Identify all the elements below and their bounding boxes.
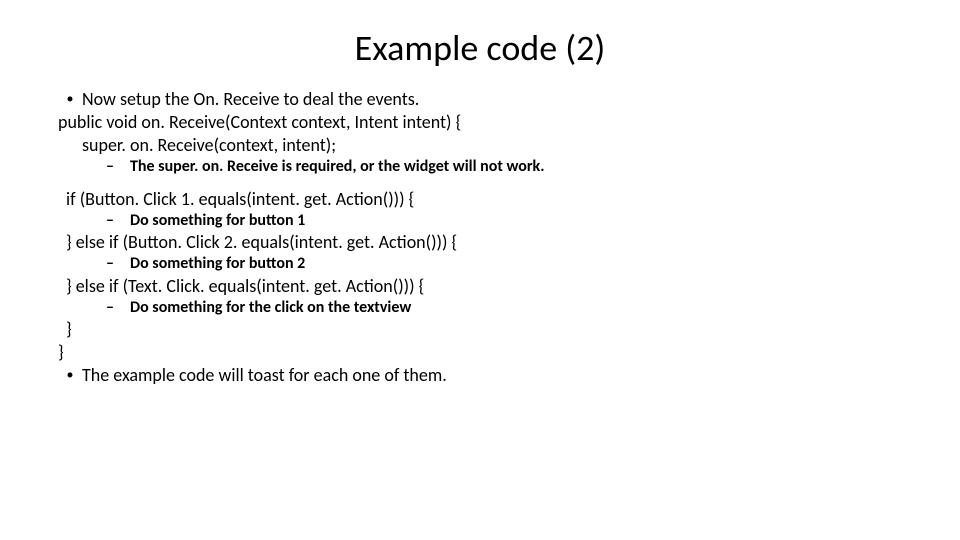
sub-bullet-3: – Do something for button 2 — [66, 254, 960, 274]
sub-bullet-1-text: The super. on. Receive is required, or t… — [130, 157, 960, 177]
code-line-3: if (Button. Click 1. equals(intent. get.… — [66, 188, 960, 211]
code-line-2: super. on. Receive(context, intent); — [58, 134, 960, 157]
dash-icon: – — [106, 211, 130, 231]
bullet-1-text: Now setup the On. Receive to deal the ev… — [82, 88, 960, 111]
slide-content: • Now setup the On. Receive to deal the … — [0, 88, 960, 387]
sub-bullet-2: – Do something for button 1 — [66, 211, 960, 231]
bullet-1: • Now setup the On. Receive to deal the … — [58, 88, 960, 111]
sub-bullet-4: – Do something for the click on the text… — [66, 298, 960, 318]
code-line-7: } — [58, 341, 960, 364]
sub-bullet-2-text: Do something for button 1 — [130, 211, 960, 231]
code-line-5: } else if (Text. Click. equals(intent. g… — [66, 275, 960, 298]
bullet-2-text: The example code will toast for each one… — [82, 364, 960, 387]
sub-bullet-1: – The super. on. Receive is required, or… — [58, 157, 960, 177]
sub-bullet-3-text: Do something for button 2 — [130, 254, 960, 274]
bullet-2: • The example code will toast for each o… — [58, 364, 960, 387]
dash-icon: – — [106, 157, 130, 177]
dash-icon: – — [106, 254, 130, 274]
sub-bullet-4-text: Do something for the click on the textvi… — [130, 298, 960, 318]
slide-title: Example code (2) — [0, 0, 960, 88]
code-line-1: public void on. Receive(Context context,… — [58, 111, 960, 134]
dash-icon: – — [106, 298, 130, 318]
bullet-dot-icon: • — [58, 88, 82, 110]
bullet-dot-icon: • — [58, 364, 82, 386]
code-line-6: } — [66, 318, 960, 341]
code-line-4: } else if (Button. Click 2. equals(inten… — [66, 231, 960, 254]
